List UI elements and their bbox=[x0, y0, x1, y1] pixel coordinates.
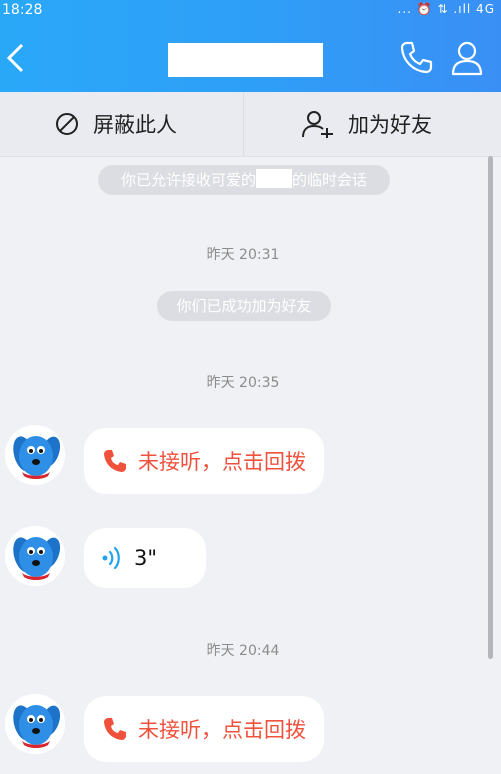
block-icon bbox=[56, 113, 78, 135]
navigation-bar bbox=[0, 22, 501, 92]
block-user-button[interactable]: 屏蔽此人 bbox=[55, 92, 177, 156]
phone-missed-icon bbox=[104, 718, 126, 740]
status-indicators: ... ⏰ ⇅ .ıll 4G bbox=[397, 2, 495, 16]
voice-message[interactable]: 3" bbox=[84, 528, 206, 588]
conversation-title bbox=[168, 43, 323, 77]
block-user-label: 屏蔽此人 bbox=[93, 113, 177, 137]
missed-call-message[interactable]: 未接听，点击回拨 bbox=[84, 696, 324, 762]
redacted-name bbox=[256, 169, 292, 188]
missed-call-text: 未接听，点击回拨 bbox=[138, 718, 306, 742]
status-time: 18:28 bbox=[2, 2, 43, 18]
add-friend-button[interactable]: 加为好友 bbox=[302, 92, 432, 156]
avatar[interactable] bbox=[4, 424, 66, 486]
timestamp: 昨天 20:44 bbox=[206, 643, 280, 659]
action-divider bbox=[243, 92, 244, 156]
voice-duration: 3" bbox=[134, 546, 158, 570]
voice-waves-icon bbox=[102, 546, 120, 570]
notice-prefix: 你已允许接收可爱的 bbox=[120, 171, 256, 189]
add-friend-label: 加为好友 bbox=[348, 113, 432, 137]
person-icon[interactable] bbox=[450, 40, 484, 76]
missed-call-text: 未接听，点击回拨 bbox=[138, 450, 306, 474]
timestamp: 昨天 20:35 bbox=[206, 375, 280, 391]
action-bar: 屏蔽此人 加为好友 bbox=[0, 92, 501, 157]
notice-suffix: 的临时会话 bbox=[292, 171, 368, 189]
avatar[interactable] bbox=[4, 525, 66, 587]
add-friend-icon bbox=[302, 111, 333, 138]
phone-icon[interactable] bbox=[398, 40, 434, 76]
temp-session-notice: 你已允许接收可爱的 的临时会话 bbox=[98, 165, 390, 195]
scrollbar[interactable] bbox=[488, 156, 493, 659]
back-arrow-icon[interactable] bbox=[4, 42, 28, 74]
missed-call-message[interactable]: 未接听，点击回拨 bbox=[84, 428, 324, 494]
timestamp: 昨天 20:31 bbox=[206, 247, 280, 263]
avatar[interactable] bbox=[4, 693, 66, 755]
phone-missed-icon bbox=[104, 450, 126, 472]
friend-added-notice: 你们已成功加为好友 bbox=[157, 291, 331, 321]
status-bar: 18:28 ... ⏰ ⇅ .ıll 4G bbox=[0, 0, 501, 22]
